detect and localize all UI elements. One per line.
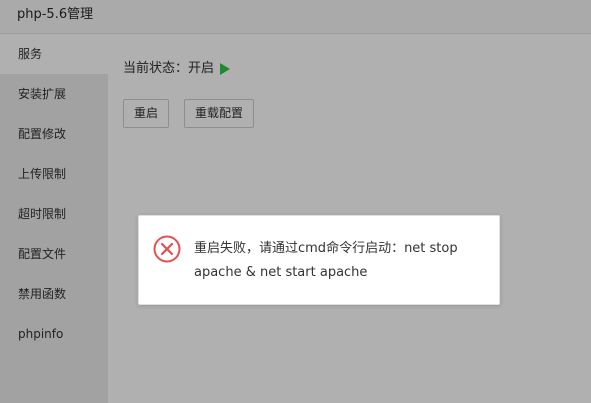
title-bar: php-5.6管理 — [0, 0, 591, 34]
sidebar-item-timeout-limit[interactable]: 超时限制 — [0, 194, 108, 234]
window-title: php-5.6管理 — [17, 7, 94, 22]
sidebar-item-service[interactable]: 服务 — [0, 34, 108, 74]
restart-button[interactable]: 重启 — [123, 99, 169, 128]
sidebar-item-install-extension[interactable]: 安装扩展 — [0, 74, 108, 114]
app-window: php-5.6管理 服务 安装扩展 配置修改 上传限制 超时限制 配置文件 禁用… — [0, 0, 591, 403]
service-status-label: 当前状态：开启 — [123, 61, 215, 76]
sidebar-item-upload-limit[interactable]: 上传限制 — [0, 154, 108, 194]
sidebar-item-config-edit[interactable]: 配置修改 — [0, 114, 108, 154]
service-status: 当前状态：开启 — [123, 60, 231, 78]
sidebar-item-phpinfo[interactable]: phpinfo — [0, 314, 108, 354]
error-circle-icon — [153, 235, 181, 263]
error-message-dialog: 重启失败，请通过cmd命令行启动：net stop apache & net s… — [138, 215, 500, 305]
sidebar-item-config-file[interactable]: 配置文件 — [0, 234, 108, 274]
play-icon — [220, 63, 231, 75]
sidebar: 服务 安装扩展 配置修改 上传限制 超时限制 配置文件 禁用函数 phpinfo — [0, 34, 108, 403]
error-message-text: 重启失败，请通过cmd命令行启动：net stop apache & net s… — [194, 241, 458, 280]
reload-config-button[interactable]: 重载配置 — [184, 99, 254, 128]
sidebar-item-disabled-functions[interactable]: 禁用函数 — [0, 274, 108, 314]
